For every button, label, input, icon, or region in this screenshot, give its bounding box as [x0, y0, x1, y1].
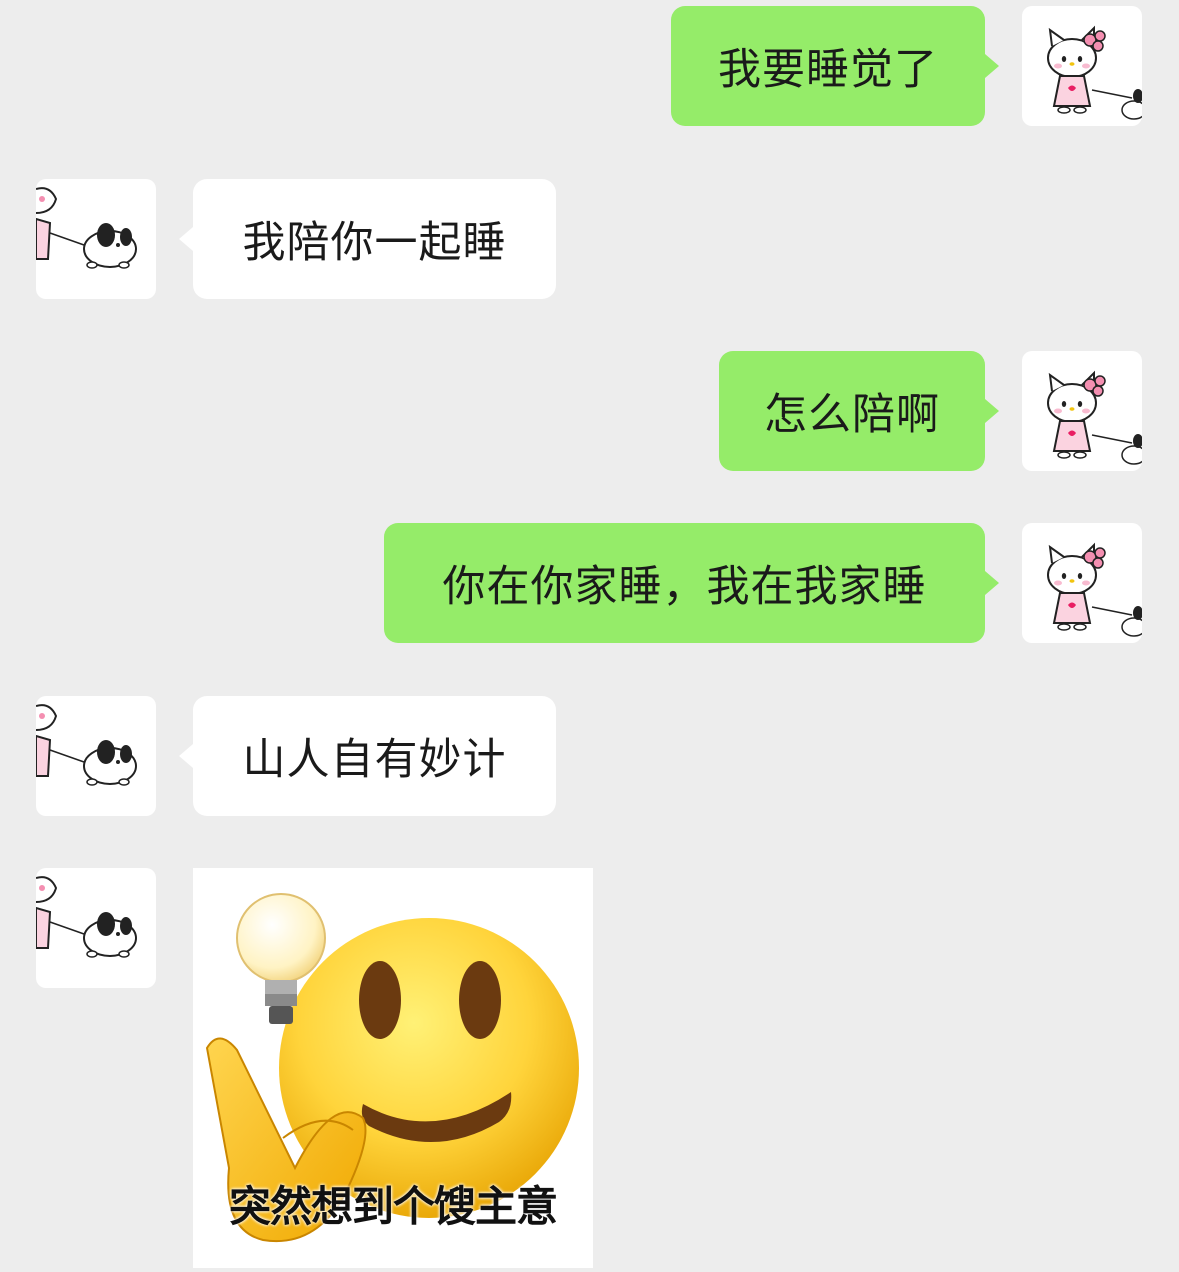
- hello-kitty-avatar-icon[interactable]: [1022, 6, 1142, 126]
- outgoing-message-bubble[interactable]: 怎么陪啊: [719, 351, 999, 471]
- lightbulb-thinking-smiley-sticker[interactable]: 突然想到个馊主意: [193, 868, 593, 1268]
- sticker-caption: 突然想到个馊主意: [228, 1182, 558, 1231]
- message-text: 我陪你一起睡: [242, 218, 507, 268]
- message-text: 山人自有妙计: [242, 735, 507, 785]
- kitty-and-puppy-avatar-icon[interactable]: [36, 868, 156, 988]
- message-text: 怎么陪啊: [764, 390, 940, 440]
- kitty-and-puppy-avatar-icon[interactable]: [36, 179, 156, 299]
- incoming-message-bubble[interactable]: 山人自有妙计: [179, 696, 556, 816]
- outgoing-message-bubble[interactable]: 我要睡觉了: [671, 6, 999, 126]
- hello-kitty-avatar-icon[interactable]: [1022, 523, 1142, 643]
- kitty-and-puppy-avatar-icon[interactable]: [36, 696, 156, 816]
- hello-kitty-avatar-icon[interactable]: [1022, 351, 1142, 471]
- incoming-message-bubble[interactable]: 我陪你一起睡: [179, 179, 556, 299]
- message-text: 你在你家睡，我在我家睡: [442, 562, 927, 612]
- outgoing-message-bubble[interactable]: 你在你家睡，我在我家睡: [384, 523, 999, 643]
- message-text: 我要睡觉了: [718, 45, 938, 95]
